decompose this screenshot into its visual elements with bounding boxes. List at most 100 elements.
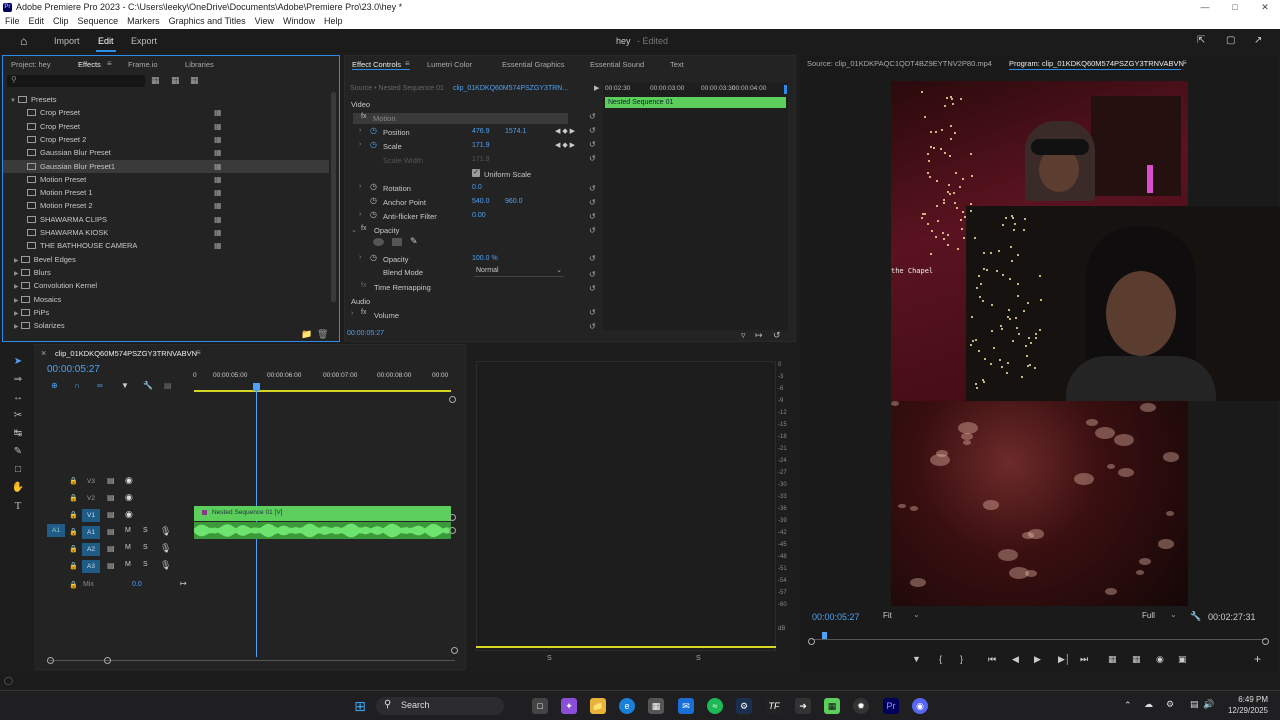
quick-export-icon[interactable]: ⇱ bbox=[1197, 35, 1205, 46]
ripple-edit-tool-icon[interactable]: ↔ bbox=[11, 392, 25, 406]
fx-icon[interactable]: fx bbox=[361, 225, 366, 232]
fullscreen-icon[interactable]: ▢ bbox=[1226, 35, 1235, 46]
keyframe-nav-icon[interactable]: ◀ ◆ ▶ bbox=[555, 127, 575, 135]
tab-project[interactable]: Project: hey bbox=[11, 60, 51, 69]
track-target[interactable]: V3 bbox=[82, 475, 100, 488]
lock-icon[interactable]: 🔒 bbox=[69, 494, 78, 502]
tab-frameio[interactable]: Frame.io bbox=[128, 60, 158, 69]
scrub-handle-right[interactable] bbox=[1262, 638, 1269, 645]
anchor-x-value[interactable]: 540.0 bbox=[472, 198, 490, 205]
sync-lock-icon[interactable]: ▤ bbox=[107, 493, 115, 502]
task-view-icon[interactable]: □ bbox=[532, 698, 548, 714]
type-tool-icon[interactable]: T bbox=[11, 500, 25, 514]
sequence-tab[interactable]: clip_01KDKQ60M574PSZGY3TRNVABVN bbox=[55, 349, 197, 358]
nest-icon[interactable]: ⊕ bbox=[51, 381, 58, 390]
audio-track-header[interactable]: 🔒 A2 ▤ M S 🎙 bbox=[39, 542, 194, 558]
comparison-view-icon[interactable]: ▣ bbox=[1178, 654, 1187, 665]
sync-lock-icon[interactable]: ▤ bbox=[107, 544, 115, 553]
work-area-bar[interactable] bbox=[194, 390, 451, 392]
lock-icon[interactable]: 🔒 bbox=[69, 511, 78, 519]
clock-time[interactable]: 6:49 PM bbox=[1232, 695, 1268, 704]
solo-button[interactable]: S bbox=[143, 527, 148, 534]
mark-out-icon[interactable]: } bbox=[960, 654, 963, 664]
expand-icon[interactable]: ▶ bbox=[14, 271, 19, 277]
sync-lock-icon[interactable]: ▤ bbox=[107, 476, 115, 485]
menu-markers[interactable]: Markers bbox=[122, 15, 164, 29]
reset-parameter-icon[interactable]: ↺ bbox=[589, 198, 596, 207]
menu-window[interactable]: Window bbox=[278, 15, 319, 29]
vertical-scroll-handle[interactable] bbox=[451, 647, 458, 654]
track-resize-handle[interactable] bbox=[449, 514, 456, 521]
effect-folder[interactable]: ▶ Blurs bbox=[3, 266, 329, 279]
microphone-icon[interactable]: 🎙 bbox=[160, 526, 171, 537]
fit-dropdown[interactable]: Fit ⌄ bbox=[883, 610, 923, 623]
effect-folder[interactable]: ▶ PiPs bbox=[3, 306, 329, 319]
razor-tool-icon[interactable]: ✂ bbox=[11, 410, 25, 424]
maximize-icon[interactable]: □ bbox=[1220, 0, 1250, 15]
anchor-y-value[interactable]: 960.0 bbox=[505, 198, 523, 205]
reset-parameter-icon[interactable]: ↺ bbox=[589, 126, 596, 135]
close-icon[interactable]: × bbox=[41, 348, 46, 358]
track-target[interactable]: V2 bbox=[82, 492, 100, 505]
track-resize-handle[interactable] bbox=[449, 527, 456, 534]
delete-icon[interactable]: 🗑 bbox=[317, 329, 328, 340]
tf-app-icon[interactable]: TF bbox=[766, 698, 782, 714]
stopwatch-icon[interactable]: ◷ bbox=[370, 210, 377, 219]
video-clip[interactable]: Nested Sequence 01 [V] bbox=[194, 506, 451, 521]
program-playhead[interactable] bbox=[822, 632, 827, 639]
source-monitor-tab[interactable]: Source: clip_01KDKPAQC1QDT4BZ9EYTNV2P80.… bbox=[807, 59, 992, 68]
preset-item[interactable]: Motion Preset 2 ▦ bbox=[3, 199, 329, 212]
solo-right-button[interactable]: S bbox=[696, 655, 701, 662]
panel-menu-icon[interactable]: ≡ bbox=[196, 348, 201, 357]
fx-icon[interactable]: fx bbox=[361, 309, 366, 316]
effect-folder[interactable]: ▶ Mosaics bbox=[3, 293, 329, 306]
tab-export[interactable]: Export bbox=[131, 36, 157, 46]
menu-file[interactable]: File bbox=[0, 15, 24, 29]
effect-folder[interactable]: ▶ Solarizes bbox=[3, 319, 329, 332]
stopwatch-icon[interactable]: ◷ bbox=[370, 182, 377, 191]
stopwatch-icon[interactable]: ◷ bbox=[370, 140, 377, 149]
stopwatch-icon[interactable]: ◷ bbox=[370, 253, 377, 262]
expand-icon[interactable]: ▼ bbox=[10, 98, 16, 104]
lock-icon[interactable]: 🔒 bbox=[69, 545, 78, 553]
track-target[interactable]: A3 bbox=[82, 560, 100, 573]
lock-icon[interactable]: 🔒 bbox=[69, 581, 78, 589]
lock-icon[interactable]: 🔒 bbox=[69, 477, 78, 485]
tab-lumetri-color[interactable]: Lumetri Color bbox=[427, 60, 472, 69]
position-x-value[interactable]: 476.9 bbox=[472, 128, 490, 135]
zoom-handle-right[interactable] bbox=[104, 657, 111, 664]
windows-start-icon[interactable]: ⊞ bbox=[352, 698, 368, 714]
mute-button[interactable]: M bbox=[125, 544, 131, 551]
filter-icon[interactable]: ▿ bbox=[741, 330, 746, 341]
linked-selection-icon[interactable]: ∞ bbox=[97, 381, 103, 390]
mute-button[interactable]: M bbox=[125, 527, 131, 534]
home-icon[interactable]: ⌂ bbox=[20, 34, 27, 48]
cloud-icon[interactable]: ☁ bbox=[1144, 699, 1153, 710]
source-patch-v1[interactable]: A1 bbox=[47, 524, 65, 537]
preset-item[interactable]: SHAWARMA KIOSK ▦ bbox=[3, 226, 329, 239]
expand-icon[interactable]: ▶ bbox=[14, 258, 19, 264]
antiflicker-value[interactable]: 0.00 bbox=[472, 212, 486, 219]
steam-icon[interactable]: ⚙ bbox=[736, 698, 752, 714]
captions-icon[interactable]: ▤ bbox=[164, 381, 172, 390]
share-icon[interactable]: ↗ bbox=[1254, 35, 1262, 46]
menu-graphics[interactable]: Graphics and Titles bbox=[164, 15, 250, 29]
preset-item[interactable]: SHAWARMA CLIPS ▦ bbox=[3, 213, 329, 226]
menu-help[interactable]: Help bbox=[319, 15, 347, 29]
preset-item[interactable]: Crop Preset 2 ▦ bbox=[3, 133, 329, 146]
expand-icon[interactable]: › bbox=[359, 141, 361, 148]
preset-item[interactable]: Crop Preset ▦ bbox=[3, 120, 329, 133]
outlook-icon[interactable]: ✉ bbox=[678, 698, 694, 714]
network-icon[interactable]: ▤ bbox=[1190, 699, 1199, 710]
stopwatch-icon[interactable]: ◷ bbox=[370, 196, 377, 205]
premiere-taskbar-icon[interactable]: Pr bbox=[883, 698, 899, 714]
video-track-header[interactable]: 🔒 V3 ▤ ◉ bbox=[39, 474, 194, 490]
effects-scrollbar[interactable] bbox=[331, 92, 336, 302]
pen-mask-icon[interactable]: ✎ bbox=[410, 236, 418, 247]
slip-tool-icon[interactable]: ↹ bbox=[11, 428, 25, 442]
uniform-scale-checkbox[interactable]: ✓ bbox=[472, 169, 480, 177]
lock-icon[interactable]: 🔒 bbox=[69, 562, 78, 570]
minimize-icon[interactable]: — bbox=[1190, 0, 1220, 15]
sheets-app-icon[interactable]: ▦ bbox=[824, 698, 840, 714]
ec-timecode[interactable]: 00:00:05:27 bbox=[347, 330, 384, 337]
